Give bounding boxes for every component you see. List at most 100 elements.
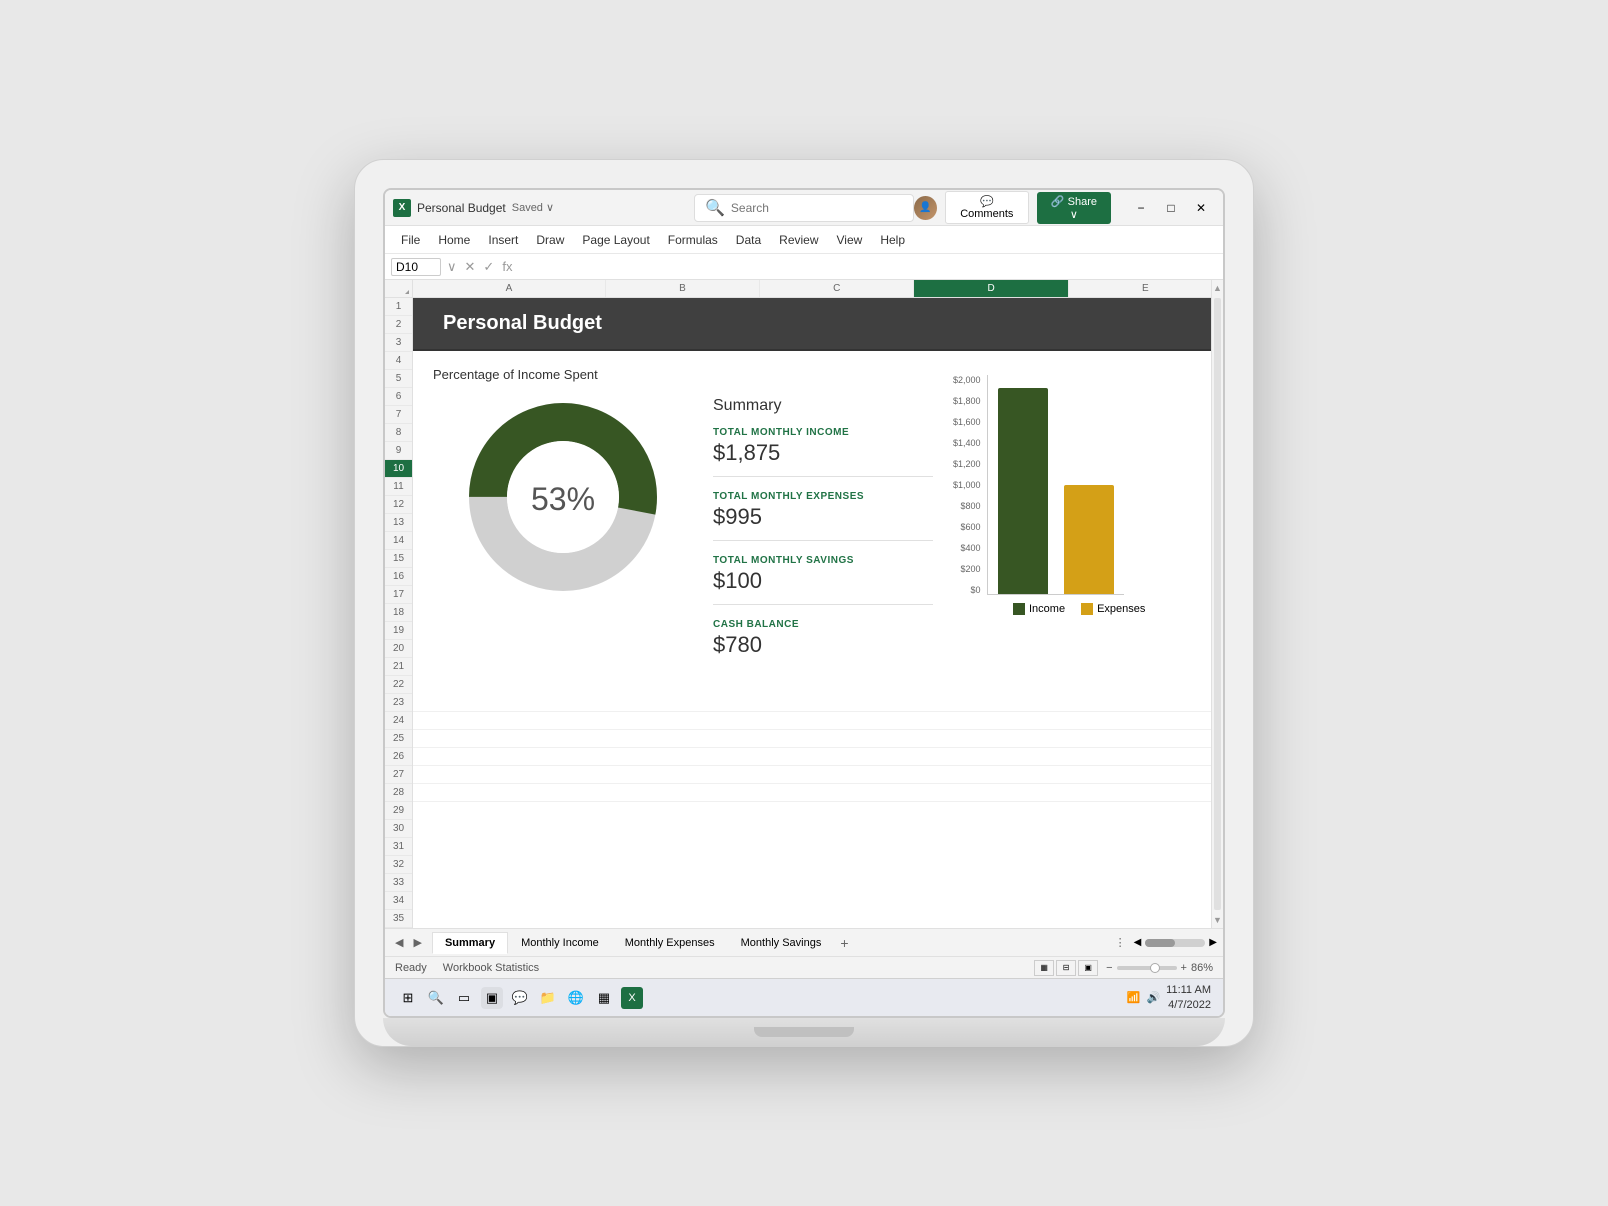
empty-rows xyxy=(413,694,1223,802)
row-10: 10 xyxy=(385,460,412,478)
menu-pagelayout[interactable]: Page Layout xyxy=(574,230,657,250)
normal-view-btn[interactable]: ▦ xyxy=(1034,960,1054,976)
empty-row-30 xyxy=(413,694,1223,712)
col-b: B xyxy=(606,280,760,297)
start-button[interactable]: ⊞ xyxy=(397,987,419,1009)
tab-next-btn[interactable]: ▶ xyxy=(409,934,425,951)
vertical-scrollbar[interactable]: ▲ ▼ xyxy=(1211,280,1223,928)
menu-view[interactable]: View xyxy=(829,230,871,250)
empty-row-35 xyxy=(413,784,1223,802)
empty-row-32 xyxy=(413,730,1223,748)
menu-review[interactable]: Review xyxy=(771,230,826,250)
menu-formulas[interactable]: Formulas xyxy=(660,230,726,250)
minimize-button[interactable]: − xyxy=(1127,194,1155,222)
legend-income-color xyxy=(1013,603,1025,615)
search-input[interactable] xyxy=(731,201,903,215)
taskbar-right: 📶 🔊 11:11 AM 4/7/2022 xyxy=(1127,983,1211,1012)
laptop-frame: X Personal Budget Saved ∨ 🔍 👤 💬 Comments… xyxy=(354,159,1254,1047)
confirm-formula-icon: ✓ xyxy=(481,259,496,275)
summary-expenses-label: TOTAL MONTHLY EXPENSES xyxy=(713,491,933,502)
zoom-in-btn[interactable]: + xyxy=(1181,962,1187,974)
close-button[interactable]: ✕ xyxy=(1187,194,1215,222)
zoom-slider[interactable] xyxy=(1117,966,1177,970)
tab-prev-btn[interactable]: ◀ xyxy=(391,934,407,951)
h-scroll-area[interactable]: ◀ ▶ xyxy=(1134,937,1217,948)
h-scrollbar-track[interactable] xyxy=(1145,939,1205,947)
taskbar: ⊞ 🔍 ▭ ▣ 💬 📁 🌐 ▦ X 📶 🔊 11:11 AM 4/7/2022 xyxy=(385,978,1223,1016)
row-25: 25 xyxy=(385,730,412,748)
donut-chart: 53% xyxy=(458,392,668,602)
menu-draw[interactable]: Draw xyxy=(528,230,572,250)
row-16: 16 xyxy=(385,568,412,586)
maximize-button[interactable]: □ xyxy=(1157,194,1185,222)
zoom-out-btn[interactable]: − xyxy=(1106,962,1112,974)
search-bar[interactable]: 🔍 xyxy=(694,194,914,222)
task-view-btn[interactable]: ▭ xyxy=(453,987,475,1009)
zoom-thumb xyxy=(1150,963,1160,973)
title-bar-right: 👤 💬 Comments 🔗 Share ∨ − □ ✕ xyxy=(914,191,1215,224)
corner-cell xyxy=(385,280,413,298)
tab-options-btn[interactable]: ⋮ xyxy=(1107,936,1134,949)
fx-icon: fx xyxy=(500,259,514,274)
y-axis: $2,000 $1,800 $1,600 $1,400 $1,200 $1,00… xyxy=(953,375,987,595)
sheet-tab-monthly-expenses[interactable]: Monthly Expenses xyxy=(612,932,728,954)
menu-file[interactable]: File xyxy=(393,230,428,250)
cell-reference[interactable] xyxy=(391,258,441,276)
sheet-tab-monthly-savings[interactable]: Monthly Savings xyxy=(728,932,835,954)
row-1: 1 xyxy=(385,298,412,316)
formula-bar: ∨ ✕ ✓ fx xyxy=(385,254,1223,280)
scroll-down-btn[interactable]: ▼ xyxy=(1212,912,1223,928)
taskbar-icon-edge[interactable]: ▣ xyxy=(481,987,503,1009)
sheet-tab-monthly-income[interactable]: Monthly Income xyxy=(508,932,612,954)
taskbar-icon-teams[interactable]: 💬 xyxy=(509,987,531,1009)
menu-help[interactable]: Help xyxy=(872,230,913,250)
search-taskbar-btn[interactable]: 🔍 xyxy=(425,987,447,1009)
pagelayout-view-btn[interactable]: ▣ xyxy=(1078,960,1098,976)
share-button[interactable]: 🔗 Share ∨ xyxy=(1037,192,1111,224)
cell-area[interactable]: Personal Budget Percentage of Income Spe… xyxy=(413,298,1223,928)
bar-expenses xyxy=(1064,485,1114,594)
y-label-1000: $1,000 xyxy=(953,480,981,490)
left-panel-title: Percentage of Income Spent xyxy=(433,367,693,382)
tab-bar: ◀ ▶ Summary Monthly Income Monthly Expen… xyxy=(385,928,1223,956)
zoom-level: 86% xyxy=(1191,962,1213,974)
summary-cashbalance: CASH BALANCE $780 xyxy=(713,619,933,668)
row-6: 6 xyxy=(385,388,412,406)
h-scroll-left-icon[interactable]: ◀ xyxy=(1134,937,1142,948)
taskbar-icon-browser[interactable]: 🌐 xyxy=(565,987,587,1009)
taskbar-icon-excel[interactable]: X xyxy=(621,987,643,1009)
row-27: 27 xyxy=(385,766,412,784)
h-scroll-right-icon[interactable]: ▶ xyxy=(1209,937,1217,948)
sheet-tab-summary[interactable]: Summary xyxy=(432,932,508,954)
scroll-up-btn[interactable]: ▲ xyxy=(1212,280,1223,296)
y-label-2000: $2,000 xyxy=(953,375,981,385)
corner-arrow-icon xyxy=(385,280,413,298)
row-32: 32 xyxy=(385,856,412,874)
taskbar-wifi-icon: 📶 xyxy=(1127,991,1141,1004)
comments-button[interactable]: 💬 Comments xyxy=(945,191,1029,224)
row-21: 21 xyxy=(385,658,412,676)
menu-home[interactable]: Home xyxy=(430,230,478,250)
row-13: 13 xyxy=(385,514,412,532)
pagebreak-view-btn[interactable]: ⊟ xyxy=(1056,960,1076,976)
summary-savings-value: $100 xyxy=(713,568,933,594)
col-c: C xyxy=(760,280,914,297)
add-sheet-button[interactable]: + xyxy=(834,935,854,951)
taskbar-icon-explorer[interactable]: 📁 xyxy=(537,987,559,1009)
taskbar-icon-store[interactable]: ▦ xyxy=(593,987,615,1009)
menu-insert[interactable]: Insert xyxy=(480,230,526,250)
col-headers: A B C D E xyxy=(413,280,1223,298)
row-12: 12 xyxy=(385,496,412,514)
formula-input[interactable] xyxy=(518,260,1217,274)
row-34: 34 xyxy=(385,892,412,910)
row-col-container: 1 2 3 4 5 6 7 8 9 10 11 12 13 14 15 16 1 xyxy=(385,280,413,928)
time-display: 11:11 AM 4/7/2022 xyxy=(1166,983,1211,1012)
cancel-formula-icon: ✕ xyxy=(463,259,478,275)
title-bar: X Personal Budget Saved ∨ 🔍 👤 💬 Comments… xyxy=(385,190,1223,226)
tab-navigation: ◀ ▶ xyxy=(391,934,426,951)
donut-percent-text: 53% xyxy=(531,481,595,517)
window-title: Personal Budget xyxy=(417,201,506,215)
scroll-thumb[interactable] xyxy=(1214,298,1221,910)
menu-data[interactable]: Data xyxy=(728,230,769,250)
summary-cashbalance-label: CASH BALANCE xyxy=(713,619,933,630)
